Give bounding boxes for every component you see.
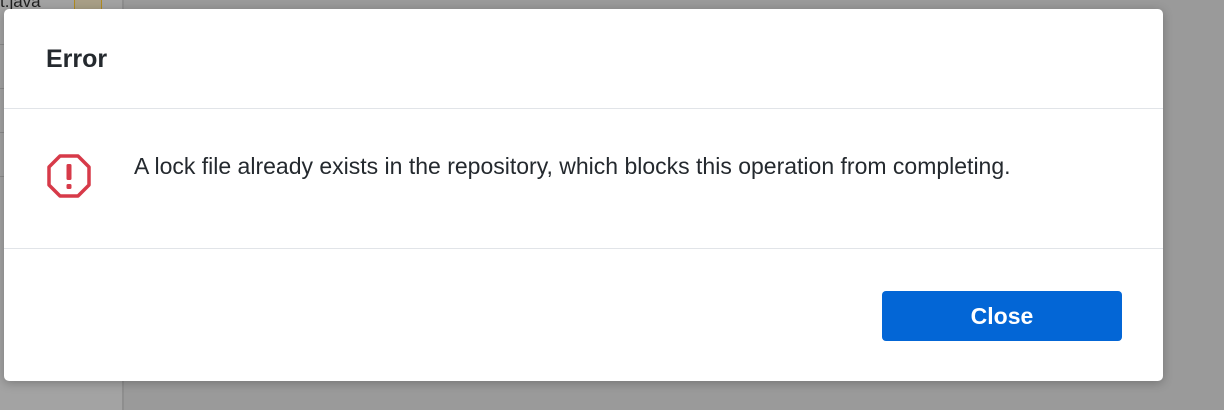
stop-octagon-alert-icon: [47, 154, 91, 198]
dialog-footer: Close: [4, 249, 1163, 381]
error-dialog: Error A lock file already exists in the …: [4, 9, 1163, 381]
dialog-header: Error: [4, 9, 1163, 109]
close-button[interactable]: Close: [882, 291, 1122, 341]
dialog-body: A lock file already exists in the reposi…: [4, 109, 1163, 249]
dialog-title: Error: [46, 45, 108, 73]
error-message: A lock file already exists in the reposi…: [134, 153, 1011, 179]
